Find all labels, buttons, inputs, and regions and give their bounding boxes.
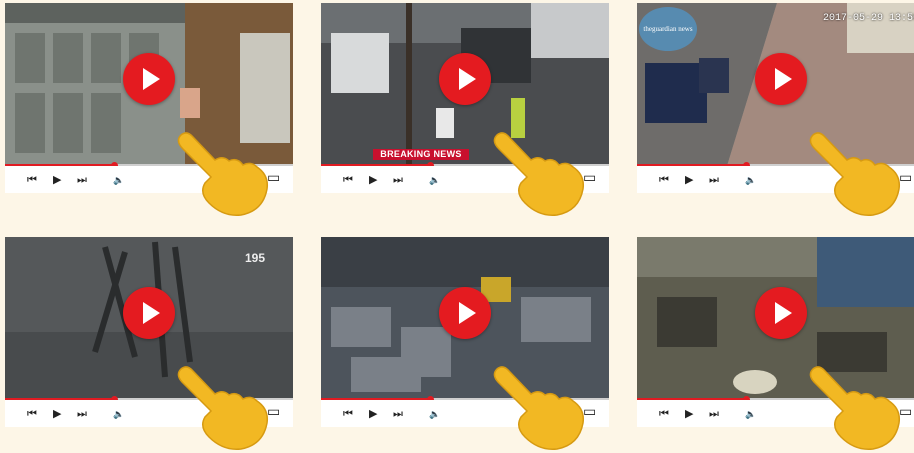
video-tile-2[interactable]: BREAKING NEWS ⏮ ▶ ⏭ 🔈 ⚙ ▭ xyxy=(321,3,609,216)
progress-knob[interactable] xyxy=(111,396,119,400)
pointing-hand-icon xyxy=(493,132,585,216)
breaking-news-banner: BREAKING NEWS xyxy=(373,149,469,160)
previous-icon[interactable]: ⏮ xyxy=(659,173,669,187)
news-logo: theguardian news xyxy=(639,7,697,51)
next-icon[interactable]: ⏭ xyxy=(77,407,87,421)
play-button[interactable] xyxy=(123,52,175,105)
play-icon[interactable]: ▶ xyxy=(53,407,61,421)
progress-knob[interactable] xyxy=(743,162,751,166)
play-icon[interactable]: ▶ xyxy=(685,173,693,187)
previous-icon[interactable]: ⏮ xyxy=(659,407,669,421)
volume-icon[interactable]: 🔈 xyxy=(113,173,124,187)
progress-fill xyxy=(637,398,747,400)
play-button[interactable] xyxy=(439,286,491,339)
volume-icon[interactable]: 🔈 xyxy=(429,407,440,421)
video-tile-4[interactable]: 195 ⏮ ▶ ⏭ 🔈 ⚙ ▭ xyxy=(5,237,293,450)
video-tile-3[interactable]: theguardian news 2017-05-29 13:56 ⏮ ▶ ⏭ … xyxy=(637,3,914,216)
next-icon[interactable]: ⏭ xyxy=(709,407,719,421)
next-icon[interactable]: ⏭ xyxy=(393,173,403,187)
volume-icon[interactable]: 🔈 xyxy=(745,173,756,187)
progress-fill xyxy=(321,398,431,400)
previous-icon[interactable]: ⏮ xyxy=(27,407,37,421)
progress-knob[interactable] xyxy=(743,396,751,400)
next-icon[interactable]: ⏭ xyxy=(393,407,403,421)
pointing-hand-icon xyxy=(809,366,901,450)
play-button[interactable] xyxy=(123,286,175,339)
progress-fill xyxy=(5,164,115,166)
progress-knob[interactable] xyxy=(427,396,435,400)
progress-fill xyxy=(637,164,747,166)
progress-fill xyxy=(321,164,431,166)
pointing-hand-icon xyxy=(177,366,269,450)
next-icon[interactable]: ⏭ xyxy=(77,173,87,187)
volume-icon[interactable]: 🔈 xyxy=(745,407,756,421)
pointing-hand-icon xyxy=(177,132,269,216)
progress-fill xyxy=(5,398,115,400)
play-icon[interactable]: ▶ xyxy=(369,173,377,187)
previous-icon[interactable]: ⏮ xyxy=(27,173,37,187)
previous-icon[interactable]: ⏮ xyxy=(343,173,353,187)
volume-icon[interactable]: 🔈 xyxy=(113,407,124,421)
video-tile-1[interactable]: ⏮ ▶ ⏭ 🔈 ⚙ ▭ xyxy=(5,3,293,216)
play-icon[interactable]: ▶ xyxy=(53,173,61,187)
play-icon[interactable]: ▶ xyxy=(369,407,377,421)
play-button[interactable] xyxy=(755,286,807,339)
video-tile-5[interactable]: ⏮ ▶ ⏭ 🔈 ⚙ ▭ xyxy=(321,237,609,450)
play-button[interactable] xyxy=(439,52,491,105)
pointing-hand-icon xyxy=(493,366,585,450)
frame-number: 195 xyxy=(244,251,265,265)
previous-icon[interactable]: ⏮ xyxy=(343,407,353,421)
next-icon[interactable]: ⏭ xyxy=(709,173,719,187)
video-tile-6[interactable]: ⏮ ▶ ⏭ 🔈 ⚙ ▭ xyxy=(637,237,914,450)
pointing-hand-icon xyxy=(809,132,901,216)
play-button[interactable] xyxy=(755,52,807,105)
play-icon[interactable]: ▶ xyxy=(685,407,693,421)
timestamp: 2017-05-29 13:56 xyxy=(822,13,914,24)
progress-knob[interactable] xyxy=(427,162,435,166)
progress-knob[interactable] xyxy=(111,162,119,166)
volume-icon[interactable]: 🔈 xyxy=(429,173,440,187)
